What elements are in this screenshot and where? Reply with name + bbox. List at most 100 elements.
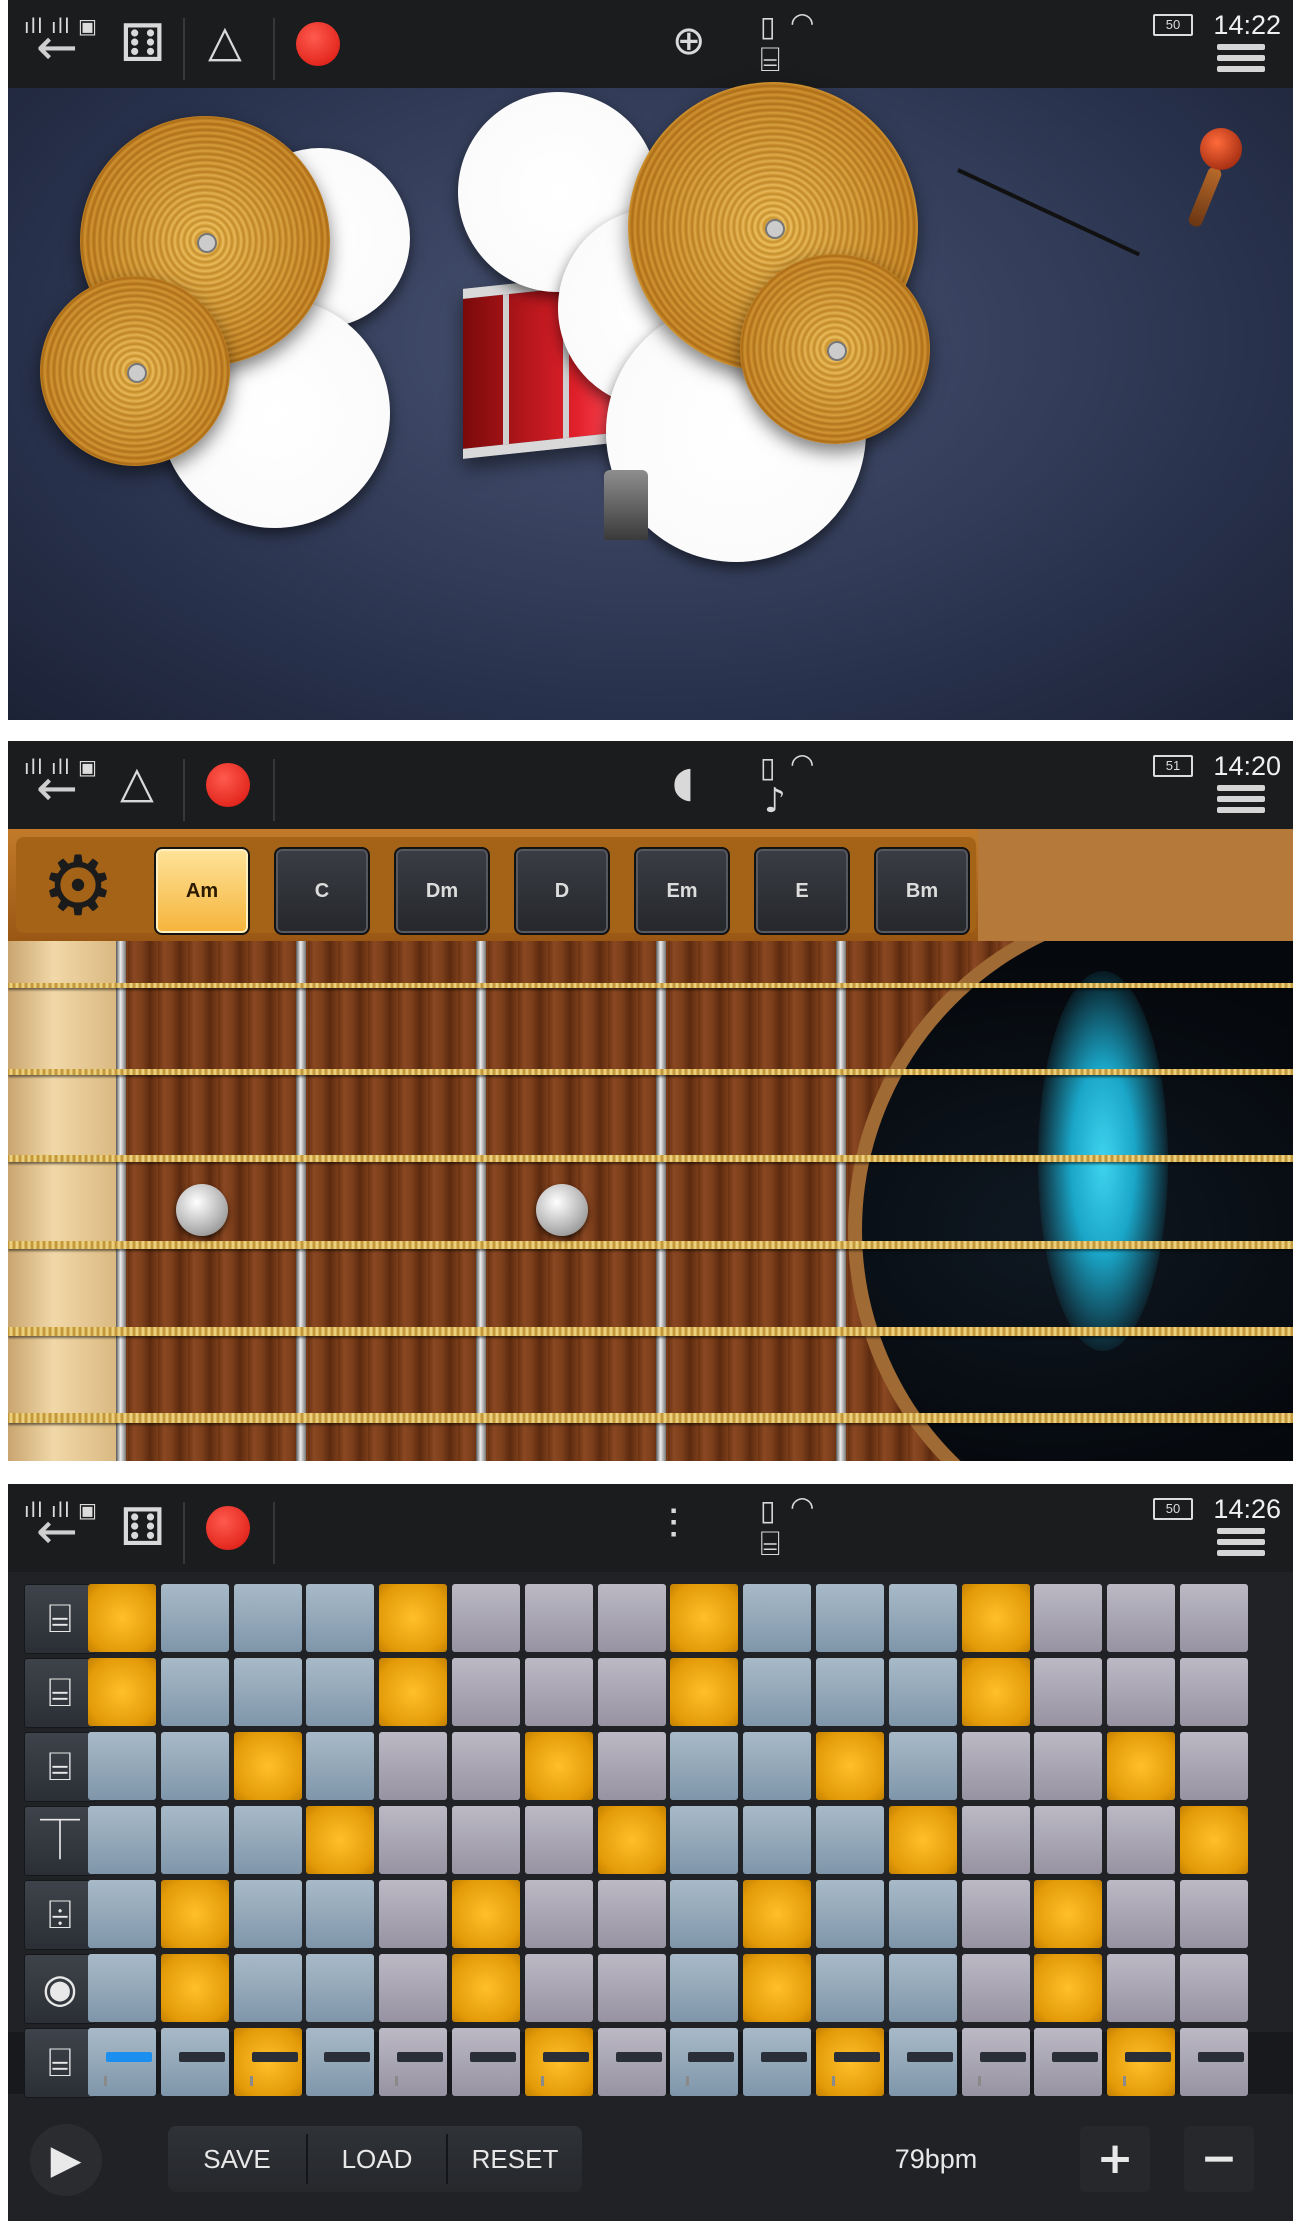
pattern-cell[interactable] [816,1658,884,1726]
chord-button-am[interactable]: Am [154,847,250,935]
pattern-cell[interactable] [816,1732,884,1800]
pattern-cell[interactable] [452,1954,520,2022]
drum-icon[interactable]: ⌸ [760,1524,780,1564]
pattern-cell[interactable] [1107,1880,1176,1948]
metronome-icon[interactable]: △ [208,16,242,67]
pattern-cell[interactable] [743,1732,812,1800]
pattern-cell[interactable] [524,1584,593,1652]
pattern-cell[interactable] [233,1954,302,2022]
pattern-cell[interactable] [306,1880,375,1948]
pattern-cell[interactable] [524,1658,593,1726]
pattern-cell[interactable] [306,1806,375,1874]
pattern-cell[interactable] [743,1658,812,1726]
dice-icon[interactable]: ⚅ [120,14,165,74]
pattern-cell[interactable] [1180,1806,1248,1874]
maraca-icon[interactable] [1200,128,1242,170]
pattern-cell[interactable] [233,1732,302,1800]
pattern-cell[interactable] [233,2028,302,2096]
drum-icon[interactable]: ⌸ [24,1658,96,1728]
pattern-cell[interactable] [233,1658,302,1726]
chord-button-em[interactable]: Em [634,847,730,935]
pattern-cell[interactable] [379,1584,448,1652]
pattern-cell[interactable] [160,1954,229,2022]
pattern-cell[interactable] [452,1732,520,1800]
pattern-cell[interactable] [306,2028,375,2096]
guitar-pick-icon[interactable]: ◖ [672,757,694,806]
pattern-cell[interactable] [888,1658,957,1726]
play-icon[interactable]: ▶ [30,2124,102,2196]
pattern-cell[interactable] [524,1954,593,2022]
cymbal-icon[interactable]: ⏉ [24,1806,96,1876]
pattern-cell[interactable] [88,1880,156,1948]
pattern-cell[interactable] [160,1584,229,1652]
pattern-cell[interactable] [1107,1732,1176,1800]
pattern-cell[interactable] [1034,1954,1103,2022]
pattern-cell[interactable] [961,1806,1030,1874]
pattern-cell[interactable] [597,1732,666,1800]
splash-cymbal[interactable] [740,254,930,444]
guitar-string-1[interactable] [8,983,1293,988]
pattern-cell[interactable] [379,1806,448,1874]
pattern-cell[interactable] [1034,1806,1103,1874]
guitar-icon[interactable]: ♪ [764,781,786,821]
pattern-cell[interactable] [160,1658,229,1726]
pattern-cell[interactable] [1180,1732,1248,1800]
pattern-cell[interactable] [1180,1954,1248,2022]
chord-button-d[interactable]: D [514,847,610,935]
pattern-cell[interactable] [452,1658,520,1726]
back-arrow-icon[interactable]: ← [36,1506,78,1556]
record-icon[interactable] [206,763,250,807]
pattern-cell[interactable] [379,1658,448,1726]
pattern-cell[interactable] [88,1732,156,1800]
pattern-cell[interactable] [88,1806,156,1874]
reset-button[interactable]: RESET [448,2126,582,2192]
pattern-cell[interactable] [88,1954,156,2022]
guitar-string-6[interactable] [8,1413,1293,1423]
pattern-cell[interactable] [233,1584,302,1652]
pattern-cell[interactable] [816,1880,884,1948]
pattern-cell[interactable] [743,1584,812,1652]
pattern-cell[interactable] [1107,1954,1176,2022]
pattern-cell[interactable] [670,1732,739,1800]
pattern-cell[interactable] [1107,1658,1176,1726]
pattern-cell[interactable] [88,2028,156,2096]
pattern-cell[interactable] [1034,1880,1103,1948]
guitar-string-2[interactable] [8,1069,1293,1075]
pattern-cell[interactable] [670,1584,739,1652]
pattern-cell[interactable] [160,1732,229,1800]
pattern-cell[interactable] [160,1806,229,1874]
pattern-cell[interactable] [743,1880,812,1948]
pattern-cell[interactable] [1034,1658,1103,1726]
drum-icon[interactable]: ⌸ [24,2028,96,2098]
tempo-plus-button[interactable]: + [1080,2126,1150,2192]
pattern-cell[interactable] [816,1806,884,1874]
menu-icon[interactable] [1217,44,1265,72]
pattern-cell[interactable] [1107,1806,1176,1874]
pattern-cell[interactable] [379,1732,448,1800]
pattern-cell[interactable] [1180,1880,1248,1948]
pattern-cell[interactable] [1180,2028,1248,2096]
pattern-cell[interactable] [597,2028,666,2096]
record-icon[interactable] [206,1506,250,1550]
metronome-icon[interactable]: △ [120,757,154,808]
pattern-cell[interactable] [1180,1658,1248,1726]
pattern-cell[interactable] [1107,2028,1176,2096]
load-button[interactable]: LOAD [308,2126,446,2192]
chord-button-c[interactable]: C [274,847,370,935]
pattern-cell[interactable] [306,1658,375,1726]
menu-icon[interactable] [1217,785,1265,813]
pattern-cell[interactable] [961,1880,1030,1948]
pattern-cell[interactable] [961,1658,1030,1726]
pattern-cell[interactable] [1107,1584,1176,1652]
save-button[interactable]: SAVE [168,2126,306,2192]
pattern-cell[interactable] [233,1880,302,1948]
pattern-cell[interactable] [306,1954,375,2022]
pattern-cell[interactable] [888,2028,957,2096]
pattern-cell[interactable] [888,1880,957,1948]
pattern-cell[interactable] [306,1584,375,1652]
pattern-cell[interactable] [743,1954,812,2022]
pattern-cell[interactable] [88,1658,156,1726]
pattern-cell[interactable] [888,1806,957,1874]
back-arrow-icon[interactable]: ← [36,22,78,72]
pattern-cell[interactable] [597,1658,666,1726]
